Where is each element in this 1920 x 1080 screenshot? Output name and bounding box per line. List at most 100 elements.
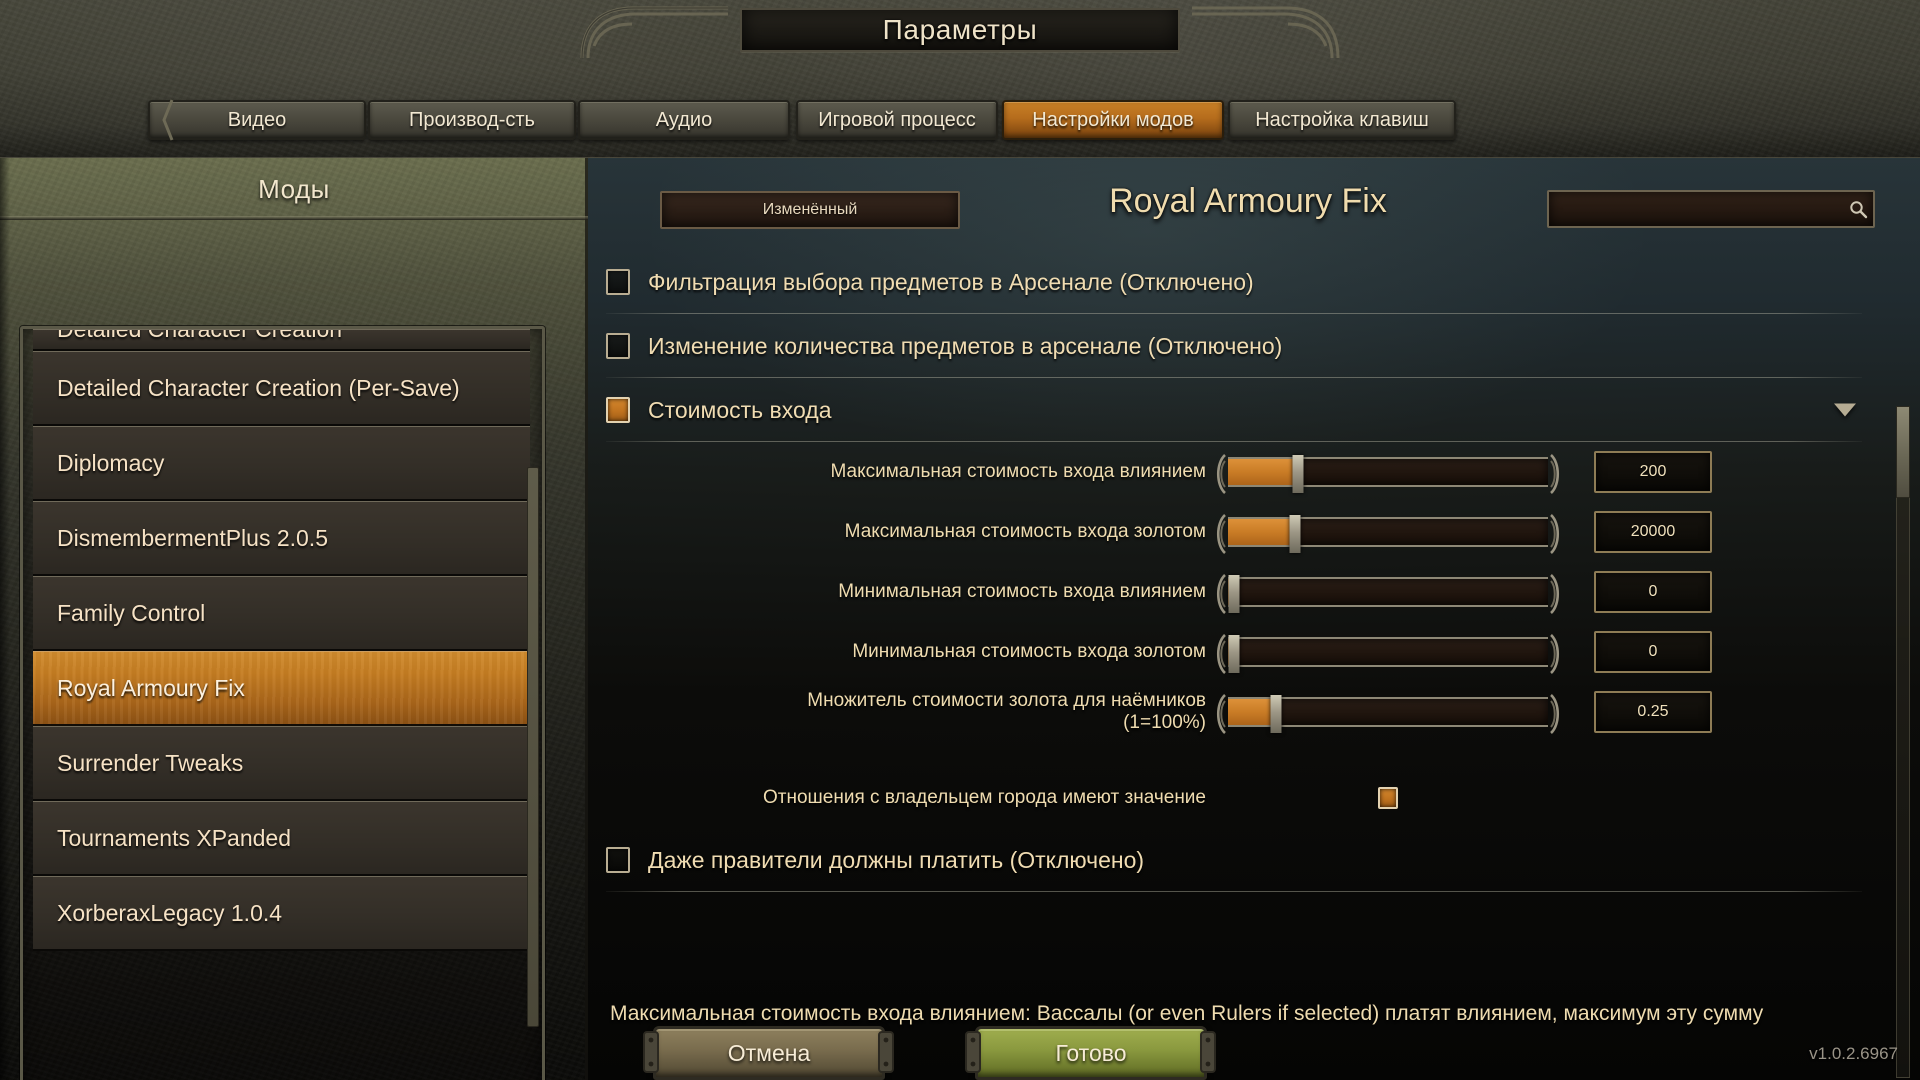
cancel-button[interactable]: Отмена <box>653 1026 885 1080</box>
mod-list-item[interactable]: Family Control <box>33 576 530 651</box>
done-button-clip-left <box>965 1031 981 1073</box>
slider-row: Максимальная стоимость входа влиянием 200 <box>758 448 1712 496</box>
option-divider <box>606 891 1862 892</box>
tab-label: Производ-сть <box>409 108 535 131</box>
options-scrollbar-thumb[interactable] <box>1896 406 1910 498</box>
slider-track[interactable] <box>1216 574 1560 614</box>
slider-label: Максимальная стоимость входа влиянием <box>830 461 1206 482</box>
slider-knob[interactable] <box>1228 635 1240 673</box>
mod-list-item[interactable]: Detailed Character Creation (Per-Save) <box>33 351 530 426</box>
mod-detail-panel: Изменённый Royal Armoury Fix Фильтрация … <box>588 158 1920 1080</box>
tab-label: Настройки модов <box>1032 108 1194 131</box>
slider-value-field[interactable]: 0 <box>1594 631 1712 673</box>
done-button[interactable]: Готово <box>975 1026 1207 1080</box>
mod-list-item-label: Surrender Tweaks <box>57 749 244 776</box>
search-icon[interactable] <box>1843 199 1873 219</box>
slider-label: Множитель стоимости золота для наёмников… <box>807 690 1206 733</box>
mod-list-item[interactable]: DismembermentPlus 2.0.5 <box>33 501 530 576</box>
slider-row: Минимальная стоимость входа золотом 0 <box>758 628 1712 676</box>
slider-value-field[interactable]: 20000 <box>1594 511 1712 553</box>
mod-list-item[interactable]: Royal Armoury Fix <box>33 651 530 726</box>
version-label: v1.0.2.6967 <box>1809 1044 1898 1063</box>
option-group-entry-cost[interactable]: Стоимость входа <box>606 378 1862 442</box>
tab-3[interactable]: Аудио <box>578 100 790 140</box>
search-box[interactable] <box>1547 190 1875 228</box>
slider-track[interactable] <box>1216 514 1560 554</box>
checkbox-arsenal-filter[interactable] <box>606 269 630 295</box>
slider-fill <box>1228 459 1299 485</box>
option-row-arsenal-filter[interactable]: Фильтрация выбора предметов в Арсенале (… <box>606 250 1862 314</box>
chevron-down-icon[interactable] <box>1834 403 1856 417</box>
slider-label: Максимальная стоимость входа золотом <box>844 521 1206 542</box>
settings-window: Параметры Видео Производ-сть Аудио Игровой … <box>0 0 1920 1080</box>
slider-label: Минимальная стоимость входа золотом <box>852 641 1206 662</box>
slider-track[interactable] <box>1216 634 1560 674</box>
cancel-button-clip-left <box>643 1031 659 1073</box>
option-label-owner-relation: Отношения с владельцем города имеют знач… <box>763 787 1206 808</box>
mod-list-item[interactable]: Diplomacy <box>33 426 530 501</box>
header-ornament-left <box>580 6 728 59</box>
slider-label: Минимальная стоимость входа влиянием <box>838 581 1206 602</box>
tab-label: Настройка клавиш <box>1255 108 1429 131</box>
mods-list-frame: Detailed Character Creation Detailed Char… <box>20 326 545 1080</box>
mods-sidebar: Моды Detailed Character Creation Detailed… <box>0 158 588 1080</box>
mod-list-item[interactable]: Tournaments XPanded <box>33 801 530 876</box>
slider-value-field[interactable]: 0.25 <box>1594 691 1712 733</box>
slider-row: Максимальная стоимость входа золотом 2000… <box>758 508 1712 556</box>
sidebar-edge-shadow <box>0 158 10 1080</box>
tab-label: Аудио <box>655 108 713 131</box>
mods-list: Detailed Character Creation Detailed Char… <box>33 329 530 951</box>
window-title: Параметры <box>882 14 1038 45</box>
slider-value-field[interactable]: 200 <box>1594 451 1712 493</box>
mod-list-item-label: Detailed Character Creation (Per-Save) <box>57 374 460 401</box>
cancel-button-clip-right <box>878 1031 894 1073</box>
slider-knob[interactable] <box>1289 515 1301 553</box>
tab-label: Видео <box>227 108 287 131</box>
settings-tab-bar: Видео Производ-сть Аудио Игровой процесс Нас… <box>0 100 1920 146</box>
mod-list-item[interactable]: Surrender Tweaks <box>33 726 530 801</box>
slider-track[interactable] <box>1216 694 1560 734</box>
slider-knob[interactable] <box>1270 695 1282 733</box>
mod-list-item-label: Detailed Character Creation <box>57 329 343 342</box>
slider-track[interactable] <box>1216 454 1560 494</box>
option-row-rulers-pay[interactable]: Даже правители должны платить (Отключено… <box>606 828 1862 892</box>
option-row-owner-relation[interactable]: Отношения с владельцем города имеют знач… <box>758 778 1758 818</box>
mod-list-item[interactable]: Detailed Character Creation <box>33 329 530 351</box>
tab-4[interactable]: Игровой процесс <box>796 100 998 140</box>
window-title-plaque: Параметры <box>740 8 1180 52</box>
options-scrollbar-track[interactable] <box>1896 406 1910 1078</box>
mod-list-item[interactable]: XorberaxLegacy 1.0.4 <box>33 876 530 951</box>
checkbox-arsenal-quantity[interactable] <box>606 333 630 359</box>
slider-knob[interactable] <box>1292 455 1304 493</box>
mod-detail-title: Royal Armoury Fix <box>1109 182 1387 220</box>
slider-row: Минимальная стоимость входа влиянием 0 <box>758 568 1712 616</box>
option-row-arsenal-quantity[interactable]: Изменение количества предметов в арсенал… <box>606 314 1862 378</box>
slider-fill <box>1228 699 1276 725</box>
tab-2[interactable]: Производ-сть <box>368 100 576 140</box>
cancel-button-label: Отмена <box>727 1039 811 1066</box>
tab-6[interactable]: Настройка клавиш <box>1228 100 1456 140</box>
mod-list-item-label: Royal Armoury Fix <box>57 674 245 701</box>
slider-value-field[interactable]: 0 <box>1594 571 1712 613</box>
slider-fill <box>1228 519 1296 545</box>
checkbox-rulers-pay[interactable] <box>606 847 630 873</box>
done-button-label: Готово <box>1055 1039 1127 1066</box>
tab-1[interactable]: Видео <box>148 100 366 140</box>
tab-label: Игровой процесс <box>818 108 976 131</box>
done-button-clip-right <box>1200 1031 1216 1073</box>
mod-list-item-label: Family Control <box>57 599 206 626</box>
slider-knob[interactable] <box>1228 575 1240 613</box>
sidebar-title: Моды <box>258 173 330 204</box>
mod-list-item-label: Diplomacy <box>57 449 165 476</box>
checkbox-entry-cost-group[interactable] <box>606 397 630 423</box>
mod-list-item-label: XorberaxLegacy 1.0.4 <box>57 899 283 926</box>
mod-list-item-label: DismembermentPlus 2.0.5 <box>57 524 328 551</box>
search-input[interactable] <box>1549 192 1843 226</box>
mod-options-area: Фильтрация выбора предметов в Арсенале (… <box>588 248 1920 938</box>
mods-list-scrollbar[interactable] <box>527 467 539 1027</box>
option-group-label: Стоимость входа <box>648 396 832 423</box>
tab-5[interactable]: Настройки модов <box>1002 100 1224 140</box>
checkbox-owner-relation-wrap <box>1228 787 1548 809</box>
checkbox-owner-relation[interactable] <box>1378 787 1398 809</box>
option-label-rulers-pay: Даже правители должны платить (Отключено… <box>648 846 1145 873</box>
